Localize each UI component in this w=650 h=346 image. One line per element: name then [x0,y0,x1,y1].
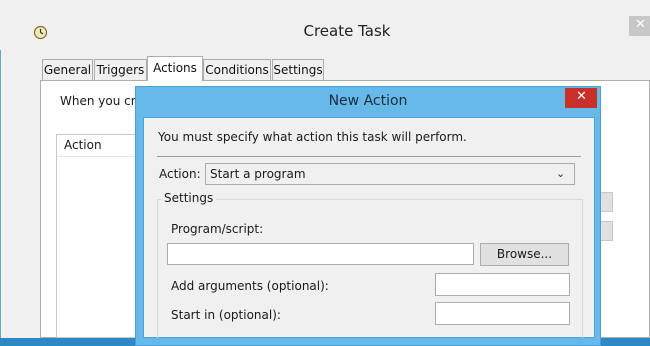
action-label: Action: [159,167,201,181]
window-title: Create Task [303,22,391,40]
close-icon: ✕ [635,17,646,32]
close-icon: ✕ [576,89,587,104]
close-button[interactable]: ✕ [629,16,650,36]
start-in-label: Start in (optional): [171,308,281,322]
program-script-input[interactable] [167,243,474,265]
start-in-input[interactable] [435,302,570,325]
separator [157,156,581,157]
tab-settings[interactable]: Settings [272,59,324,80]
dialog-title: New Action [328,93,408,109]
dialog-close-button[interactable]: ✕ [565,88,597,108]
program-script-label: Program/script: [171,222,264,236]
browse-button[interactable]: Browse... [480,243,569,266]
tab-actions[interactable]: Actions [147,56,203,81]
settings-group-label: Settings [161,191,217,205]
tab-general[interactable]: General [42,59,93,80]
action-select[interactable]: Start a program [205,163,575,185]
arguments-label: Add arguments (optional): [171,279,329,293]
arguments-input[interactable] [435,273,570,296]
chevron-down-icon[interactable]: ⌄ [556,167,565,180]
instruction-text: You must specify what action this task w… [158,130,467,144]
tab-triggers[interactable]: Triggers [94,59,147,80]
tab-conditions[interactable]: Conditions [203,59,271,80]
